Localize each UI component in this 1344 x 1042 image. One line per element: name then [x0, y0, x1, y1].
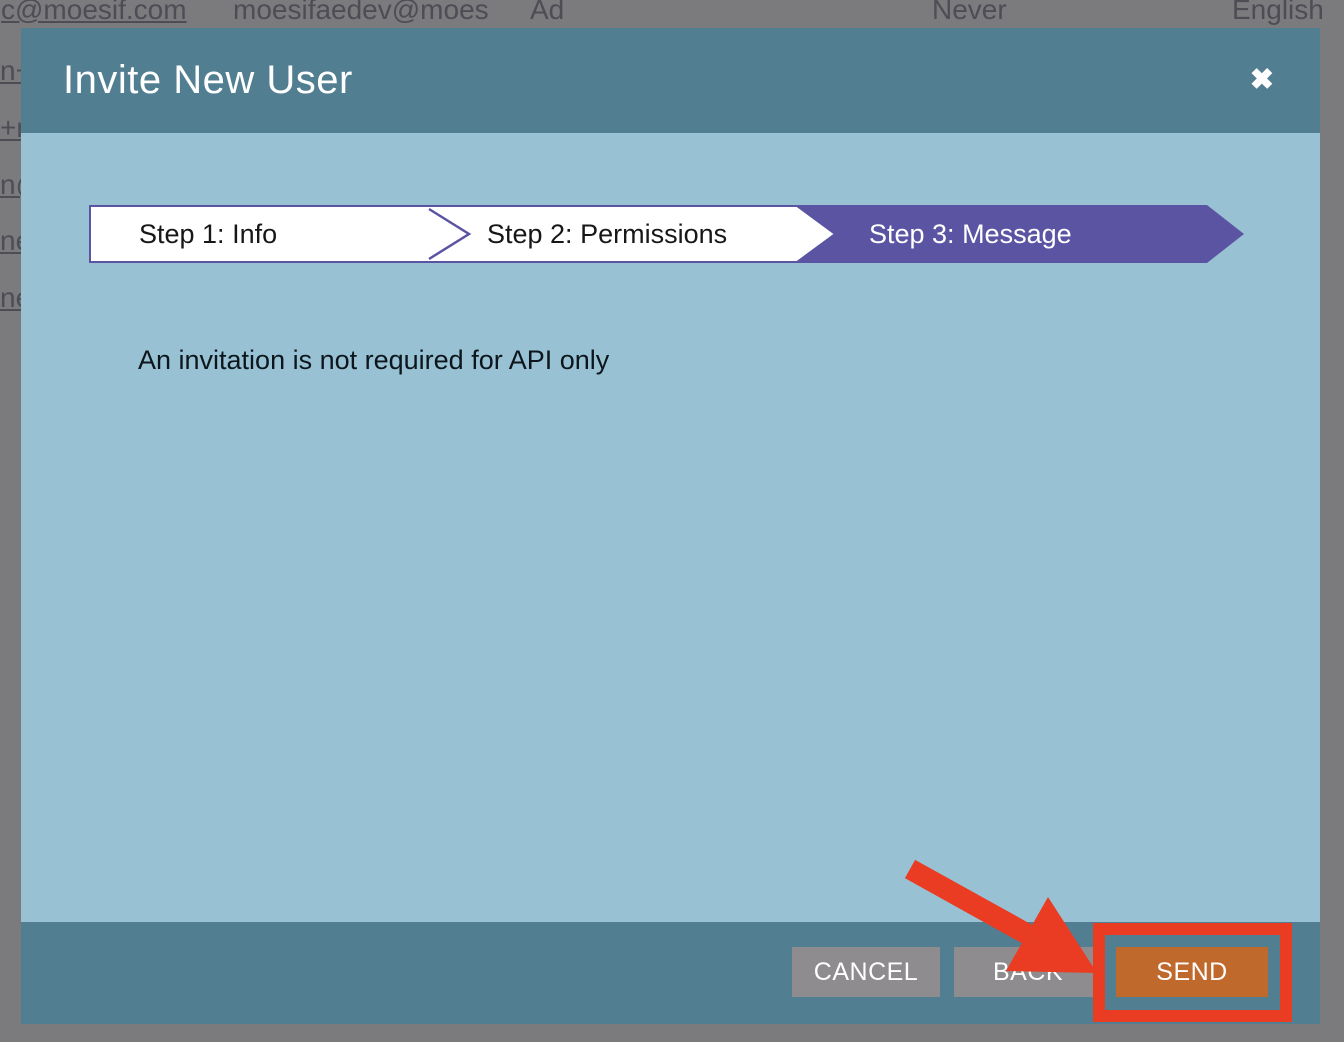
- cancel-button[interactable]: CANCEL: [792, 947, 940, 997]
- modal-footer: CANCEL BACK SEND: [21, 922, 1320, 1024]
- invite-new-user-modal: Invite New User ✖ Step 1: Info Step 2: P…: [21, 28, 1320, 1024]
- tab-step-1-info[interactable]: Step 1: Info: [139, 219, 277, 249]
- bg-table-last-seen: Never: [932, 0, 1007, 26]
- close-icon[interactable]: ✖: [1250, 66, 1274, 95]
- tab-step-3-message[interactable]: Step 3: Message: [869, 219, 1072, 249]
- modal-body: Step 1: Info Step 2: Permissions Step 3:…: [21, 133, 1320, 922]
- bg-table-email: moesifaedev@moes: [233, 0, 489, 26]
- send-button[interactable]: SEND: [1116, 947, 1268, 997]
- tab-step-2-permissions[interactable]: Step 2: Permissions: [487, 219, 727, 249]
- bg-table-role: Ad: [530, 0, 564, 26]
- back-button[interactable]: BACK: [954, 947, 1102, 997]
- bg-table-email-link: c@moesif.com: [1, 0, 187, 26]
- bg-table-language: English: [1232, 0, 1324, 26]
- modal-header: Invite New User ✖: [21, 28, 1320, 133]
- modal-title: Invite New User: [63, 58, 353, 103]
- step-wizard: Step 1: Info Step 2: Permissions Step 3:…: [89, 205, 1244, 263]
- api-only-note: An invitation is not required for API on…: [138, 345, 609, 376]
